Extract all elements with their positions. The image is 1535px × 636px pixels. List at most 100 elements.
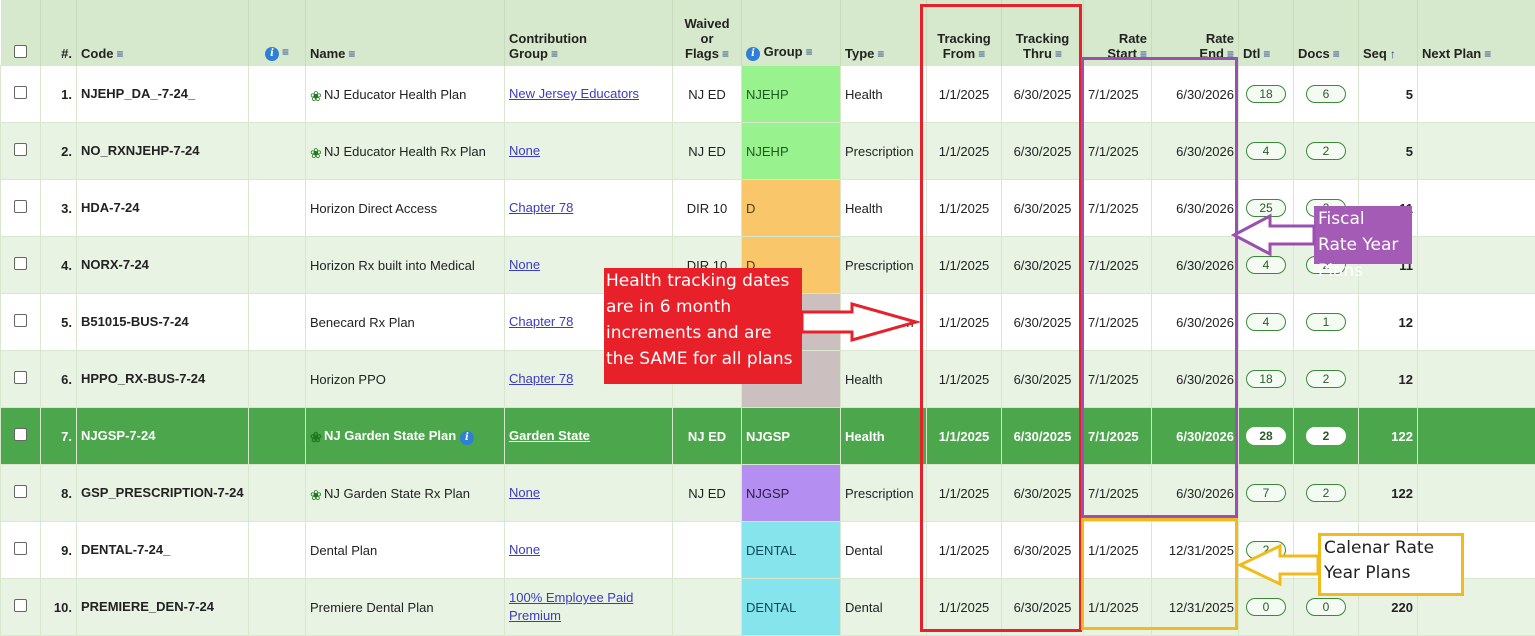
- row-select-cell[interactable]: [0, 350, 41, 408]
- row-checkbox[interactable]: [14, 599, 27, 612]
- row-select-cell[interactable]: [0, 293, 41, 351]
- row-select-cell[interactable]: [0, 407, 41, 465]
- col-dtl[interactable]: Dtl ≡: [1238, 0, 1294, 66]
- dtl-badge[interactable]: 4: [1246, 313, 1286, 331]
- dtl-badge[interactable]: 0: [1246, 598, 1286, 616]
- dtl-cell[interactable]: 18: [1238, 65, 1294, 123]
- docs-cell[interactable]: 2: [1293, 122, 1359, 180]
- contribution-cell[interactable]: Garden State: [504, 407, 673, 465]
- dtl-badge[interactable]: 18: [1246, 85, 1286, 103]
- row-select-cell[interactable]: [0, 179, 41, 237]
- row-checkbox[interactable]: [14, 485, 27, 498]
- table-row[interactable]: 3. HDA-7-24 Horizon Direct Access Chapter 7…: [0, 179, 1535, 237]
- sort-asc-icon[interactable]: ↑: [1390, 47, 1396, 61]
- dtl-badge[interactable]: 7: [1246, 484, 1286, 502]
- contribution-cell[interactable]: 100% Employee Paid Premium: [504, 578, 673, 636]
- dtl-badge[interactable]: 18: [1246, 370, 1286, 388]
- docs-cell[interactable]: 2: [1293, 350, 1359, 408]
- docs-cell[interactable]: 2: [1293, 407, 1359, 465]
- row-checkbox[interactable]: [14, 542, 27, 555]
- col-docs[interactable]: Docs ≡: [1293, 0, 1359, 66]
- contribution-group-link[interactable]: New Jersey Educators: [509, 86, 639, 101]
- contribution-group-link[interactable]: Chapter 78: [509, 371, 573, 386]
- sort-icon[interactable]: ≡: [282, 45, 289, 59]
- info-icon[interactable]: i: [459, 430, 474, 445]
- col-waived[interactable]: Waived or Flags ≡: [672, 0, 742, 66]
- dtl-badge[interactable]: 2: [1246, 541, 1286, 559]
- docs-badge[interactable]: 2: [1306, 427, 1346, 445]
- dtl-cell[interactable]: 4: [1238, 122, 1294, 180]
- col-info[interactable]: i ≡: [248, 0, 306, 66]
- contribution-group-link[interactable]: None: [509, 485, 540, 500]
- contribution-group-link[interactable]: Garden State: [509, 428, 590, 443]
- sort-icon[interactable]: ≡: [348, 47, 355, 61]
- table-row[interactable]: 7. NJGSP-7-24 ❀ NJ Garden State Plan i Garde…: [0, 407, 1535, 465]
- row-select-cell[interactable]: [0, 521, 41, 579]
- dtl-cell[interactable]: 25: [1238, 179, 1294, 237]
- dtl-cell[interactable]: 7: [1238, 464, 1294, 522]
- contribution-group-link[interactable]: Chapter 78: [509, 200, 573, 215]
- docs-cell[interactable]: 1: [1293, 293, 1359, 351]
- docs-badge[interactable]: 2: [1306, 484, 1346, 502]
- row-checkbox[interactable]: [14, 200, 27, 213]
- row-checkbox[interactable]: [14, 257, 27, 270]
- sort-icon[interactable]: ≡: [117, 47, 124, 61]
- row-select-cell[interactable]: [0, 578, 41, 636]
- col-code[interactable]: Code ≡: [76, 0, 249, 66]
- dtl-cell[interactable]: 28: [1238, 407, 1294, 465]
- select-all-checkbox[interactable]: [13, 45, 27, 58]
- sort-icon[interactable]: ≡: [551, 47, 558, 61]
- sort-icon[interactable]: ≡: [1333, 47, 1340, 61]
- col-type[interactable]: Type ≡: [840, 0, 927, 66]
- contribution-group-link[interactable]: Chapter 78: [509, 314, 573, 329]
- contribution-group-link[interactable]: 100% Employee Paid Premium: [509, 590, 633, 623]
- contribution-cell[interactable]: None: [504, 122, 673, 180]
- dtl-cell[interactable]: 4: [1238, 236, 1294, 294]
- contribution-cell[interactable]: None: [504, 464, 673, 522]
- docs-badge[interactable]: 2: [1306, 142, 1346, 160]
- row-checkbox[interactable]: [14, 143, 27, 156]
- dtl-badge[interactable]: 4: [1246, 256, 1286, 274]
- table-row[interactable]: 2. NO_RXNJEHP-7-24 ❀ NJ Educator Health Rx …: [0, 122, 1535, 180]
- dtl-cell[interactable]: 0: [1238, 578, 1294, 636]
- sort-icon[interactable]: ≡: [877, 47, 884, 61]
- row-select-cell[interactable]: [0, 65, 41, 123]
- col-rate-start[interactable]: Rate Start ≡: [1083, 0, 1152, 66]
- contribution-cell[interactable]: Chapter 78: [504, 179, 673, 237]
- sort-icon[interactable]: ≡: [806, 45, 813, 59]
- dtl-badge[interactable]: 4: [1246, 142, 1286, 160]
- docs-badge[interactable]: 1: [1306, 313, 1346, 331]
- col-group[interactable]: i Group ≡: [741, 0, 841, 66]
- docs-badge[interactable]: 0: [1306, 598, 1346, 616]
- contribution-cell[interactable]: None: [504, 521, 673, 579]
- row-select-cell[interactable]: [0, 236, 41, 294]
- table-row[interactable]: 10. PREMIERE_DEN-7-24 Premiere Dental Plan…: [0, 578, 1535, 636]
- dtl-cell[interactable]: 2: [1238, 521, 1294, 579]
- dtl-cell[interactable]: 4: [1238, 293, 1294, 351]
- contribution-group-link[interactable]: None: [509, 143, 540, 158]
- col-rate-end[interactable]: Rate End ≡: [1151, 0, 1239, 66]
- contribution-group-link[interactable]: None: [509, 542, 540, 557]
- table-row[interactable]: 8. GSP_PRESCRIPTION-7-24 ❀ NJ Garden State …: [0, 464, 1535, 522]
- col-num[interactable]: #.: [40, 0, 77, 66]
- col-name[interactable]: Name ≡: [305, 0, 505, 66]
- docs-cell[interactable]: 6: [1293, 65, 1359, 123]
- docs-cell[interactable]: 2: [1293, 464, 1359, 522]
- contribution-group-link[interactable]: None: [509, 257, 540, 272]
- sort-icon[interactable]: ≡: [1263, 47, 1270, 61]
- dtl-cell[interactable]: 18: [1238, 350, 1294, 408]
- dtl-badge[interactable]: 28: [1246, 427, 1286, 445]
- row-checkbox[interactable]: [14, 428, 27, 441]
- table-row[interactable]: 9. DENTAL-7-24_ Dental Plan None DENTAL Denta…: [0, 521, 1535, 579]
- col-next-plan[interactable]: Next Plan ≡: [1417, 0, 1535, 66]
- row-checkbox[interactable]: [14, 371, 27, 384]
- sort-icon[interactable]: ≡: [722, 47, 729, 61]
- sort-icon[interactable]: ≡: [1484, 47, 1491, 61]
- row-checkbox[interactable]: [14, 314, 27, 327]
- dtl-badge[interactable]: 25: [1246, 199, 1286, 217]
- row-select-cell[interactable]: [0, 464, 41, 522]
- docs-badge[interactable]: 2: [1306, 370, 1346, 388]
- row-checkbox[interactable]: [14, 86, 27, 99]
- row-select-cell[interactable]: [0, 122, 41, 180]
- info-icon[interactable]: i: [746, 47, 760, 61]
